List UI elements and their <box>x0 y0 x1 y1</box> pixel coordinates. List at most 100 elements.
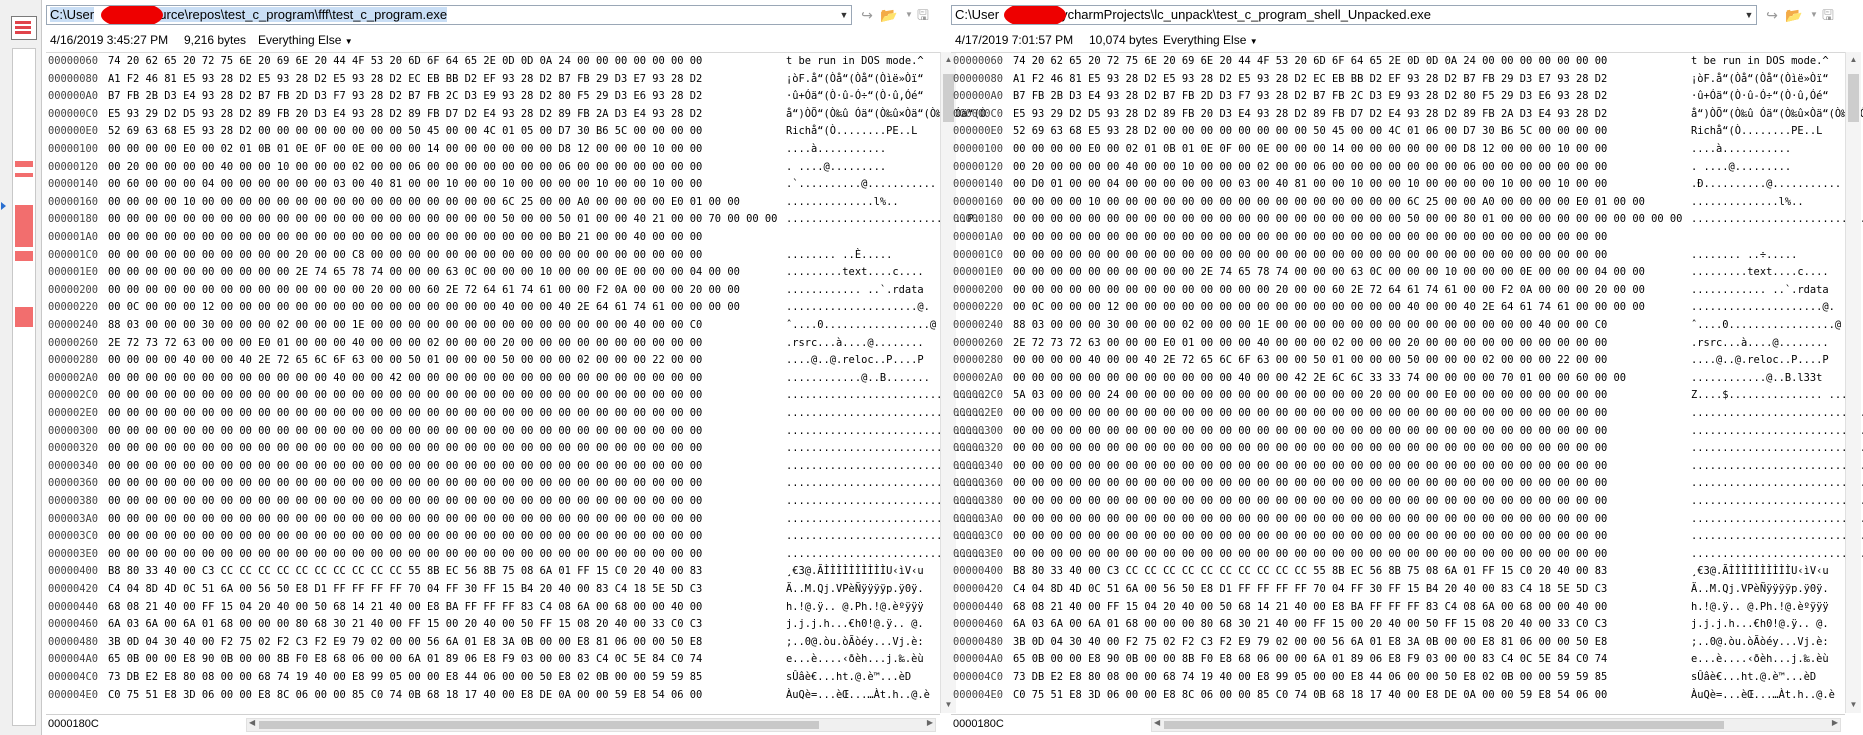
ascii-text: ÀuQè=...èŒ...…Àt.h..@.è <box>1691 688 1835 701</box>
ascii-text: ˆ....0.................@ <box>786 319 937 331</box>
ascii-text: ;..0@.òu.òÃòéy...Vj.è: <box>1691 635 1829 648</box>
ascii-text: ÀuQè=...èŒ...…Àt.h..@.è <box>786 688 930 701</box>
hex-offset: 00000420 <box>953 583 1004 595</box>
hex-bytes: 00 00 00 00 00 00 00 00 00 00 00 00 00 0… <box>108 213 778 226</box>
overview-map-icon[interactable] <box>11 16 37 40</box>
hex-offset: 00000160 <box>48 195 99 208</box>
hex-bytes: C0 75 51 E8 3D 06 00 00 E8 8C 06 00 00 8… <box>108 688 703 701</box>
scroll-down-arrow-icon[interactable]: ▼ <box>1846 697 1861 713</box>
save-icon[interactable]: 🖫 <box>912 5 934 25</box>
hex-bytes: 73 DB E2 E8 80 08 00 00 68 74 19 40 00 E… <box>108 671 703 683</box>
hex-bytes: 00 00 00 00 E0 00 02 01 0B 01 0E 0F 00 0… <box>1013 143 1608 155</box>
hex-offset: 000000A0 <box>48 90 99 103</box>
hex-offset: 00000480 <box>953 635 1004 648</box>
scrollbar-thumb[interactable] <box>1848 74 1859 122</box>
left-horizontal-scrollbar[interactable]: ◀ ▶ <box>246 718 936 732</box>
hex-offset: 00000460 <box>953 618 1004 631</box>
hex-offset: 00000140 <box>48 178 99 191</box>
left-status-bar: 0000180C ◀ ▶ <box>46 714 940 735</box>
overview-strip[interactable] <box>12 48 36 726</box>
open-folder-icon[interactable]: 📂 <box>1783 5 1805 25</box>
swap-arrow-icon[interactable]: ↪ <box>1761 5 1783 25</box>
ascii-text: ............ ..`.rdata <box>786 283 924 296</box>
save-icon[interactable]: 🖫 <box>1817 5 1839 25</box>
hex-offset: 00000460 <box>48 618 99 631</box>
difference-overview-bar[interactable] <box>0 0 42 735</box>
left-hex-view[interactable]: 00000060 74 20 62 65 20 72 75 6E 20 69 6E… <box>46 52 986 713</box>
hex-bytes: 00 00 00 00 00 00 00 00 00 00 00 00 00 0… <box>1013 424 1608 437</box>
hex-bytes: 00 00 00 00 00 00 00 00 00 00 00 00 00 0… <box>108 512 703 525</box>
ascii-text: ................................ <box>1691 442 1863 455</box>
right-vertical-scrollbar[interactable]: ▲ ▼ <box>1845 52 1861 713</box>
hex-offset: 00000320 <box>953 442 1004 455</box>
hex-bytes: 5A 03 00 00 00 24 00 00 00 00 00 00 00 0… <box>1013 389 1608 402</box>
chevron-down-icon[interactable]: ▼ <box>1250 37 1258 46</box>
hex-offset: 00000300 <box>953 424 1004 437</box>
swap-arrow-icon[interactable]: ↪ <box>856 5 878 25</box>
hex-bytes: 65 0B 00 00 E8 90 0B 00 00 8B F0 E8 68 0… <box>108 653 703 666</box>
right-cursor-position: 0000180C <box>953 718 1004 730</box>
hex-bytes: B8 80 33 40 00 C3 CC CC CC CC CC CC CC C… <box>1013 565 1608 578</box>
chevron-down-icon[interactable]: ▼ <box>837 6 851 24</box>
hex-offset: 000004E0 <box>48 688 99 701</box>
scroll-left-arrow-icon[interactable]: ◀ <box>249 718 255 727</box>
hex-bytes: 00 00 00 00 00 00 00 00 00 00 00 00 00 0… <box>108 547 703 560</box>
ascii-text: j.j.j.h...€h0!@.ÿ.. @. <box>786 618 924 631</box>
scrollbar-thumb[interactable] <box>1164 721 1724 729</box>
ascii-text: e...è....‹ðèh...j.‰.èù <box>1691 653 1829 666</box>
ascii-text: ;..0@.òu.òÃòéy...Vj.è: <box>786 635 924 648</box>
hex-offset: 00000480 <box>48 635 99 648</box>
hex-bytes: 68 08 21 40 00 FF 15 04 20 40 00 50 68 1… <box>1013 600 1608 613</box>
ascii-text: . ....@......... <box>786 160 887 173</box>
hex-offset: 000000A0 <box>953 90 1004 103</box>
hex-offset: 00000280 <box>48 354 99 367</box>
chevron-down-icon[interactable]: ▼ <box>1742 6 1756 24</box>
hex-offset: 00000340 <box>48 459 99 472</box>
hex-offset: 00000080 <box>48 72 99 85</box>
left-file-date: 4/16/2019 3:45:27 PM <box>50 33 169 47</box>
right-horizontal-scrollbar[interactable]: ◀ ▶ <box>1151 718 1841 732</box>
hex-offset: 000001C0 <box>953 248 1004 261</box>
ascii-text: t be run in DOS mode.^ <box>1691 55 1829 67</box>
hex-bytes: 00 00 00 00 40 00 00 40 2E 72 65 6C 6F 6… <box>108 354 703 367</box>
scroll-right-arrow-icon[interactable]: ▶ <box>927 718 933 727</box>
hex-offset: 00000220 <box>953 301 1004 314</box>
left-path-field[interactable]: C:\User ource\repos\test_c_program\fff\te… <box>46 5 852 25</box>
ascii-text: ................................ <box>1691 477 1863 490</box>
hex-bytes: 00 00 00 00 00 00 00 00 00 00 00 00 40 0… <box>1013 371 1627 384</box>
scroll-up-arrow-icon[interactable]: ▲ <box>1846 52 1861 68</box>
left-filter-select[interactable]: Everything Else ▼ <box>258 30 353 52</box>
hex-offset: 00000240 <box>48 319 99 331</box>
scrollbar-thumb[interactable] <box>259 721 819 729</box>
ascii-text: Richå“(Ò........PE..L <box>786 125 918 138</box>
hex-bytes: 00 00 00 00 00 00 00 00 00 00 00 00 00 0… <box>108 389 703 402</box>
open-folder-icon[interactable]: 📂 <box>878 5 900 25</box>
difference-marker <box>15 251 33 261</box>
hex-bytes: 88 03 00 00 00 30 00 00 00 02 00 00 00 1… <box>108 319 703 331</box>
hex-offset: 000002A0 <box>953 371 1004 384</box>
hex-bytes: 00 00 00 00 00 00 00 00 00 00 20 00 00 C… <box>108 248 703 261</box>
hex-bytes: 00 00 00 00 00 00 00 00 00 00 2E 74 65 7… <box>1013 266 1645 279</box>
hex-bytes: 00 0C 00 00 00 12 00 00 00 00 00 00 00 0… <box>1013 301 1645 314</box>
right-filter-select[interactable]: Everything Else ▼ <box>1163 30 1258 52</box>
ascii-text: ..............l%.. <box>1691 195 1804 208</box>
hex-bytes: 00 00 00 00 00 00 00 00 00 00 2E 74 65 7… <box>108 266 740 279</box>
left-filter-label: Everything Else <box>258 33 342 47</box>
hex-offset: 000004C0 <box>953 671 1004 683</box>
difference-marker <box>15 307 33 327</box>
hex-offset: 000003A0 <box>48 512 99 525</box>
chevron-down-icon[interactable]: ▼ <box>345 37 353 46</box>
right-hex-view[interactable]: 00000060 74 20 62 65 20 72 75 6E 20 69 6E… <box>951 52 1863 713</box>
hex-offset: 00000380 <box>48 495 99 507</box>
ascii-text: h.!@.ÿ.. @.Ph.!@.èºÿÿÿ <box>1691 600 1829 613</box>
hex-offset: 00000440 <box>48 600 99 613</box>
scroll-right-arrow-icon[interactable]: ▶ <box>1832 718 1838 727</box>
redaction-mark <box>101 6 163 24</box>
scroll-left-arrow-icon[interactable]: ◀ <box>1154 718 1160 727</box>
hex-bytes: 00 00 00 00 00 00 00 00 00 00 00 00 00 0… <box>108 477 703 490</box>
ascii-text: ........ ..÷..... <box>1691 248 1798 261</box>
hex-bytes: 00 00 00 00 00 00 00 00 00 00 00 00 00 0… <box>1013 248 1608 261</box>
right-path-field[interactable]: C:\User ycharmProjects\lc_unpack\test_c_p… <box>951 5 1757 25</box>
hex-bytes: 3B 0D 04 30 40 00 F2 75 02 F2 C3 F2 E9 7… <box>108 635 703 648</box>
hex-offset: 00000320 <box>48 442 99 455</box>
